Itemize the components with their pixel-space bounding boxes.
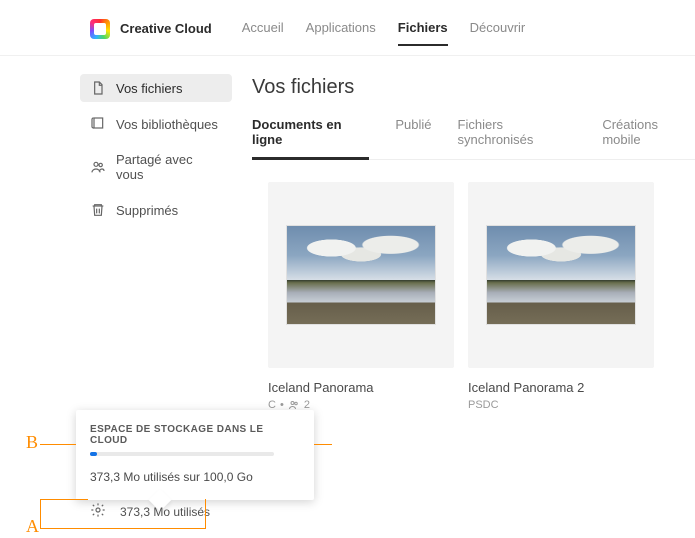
file-meta: PSDC xyxy=(468,399,654,411)
storage-popover-title: ESPACE DE STOCKAGE DANS LE CLOUD xyxy=(90,424,300,446)
library-icon xyxy=(90,116,106,132)
sidebar-item-vos-fichiers[interactable]: Vos fichiers xyxy=(80,74,232,102)
annotation-a: A xyxy=(26,516,39,537)
sidebar-item-supprimes[interactable]: Supprimés xyxy=(80,196,232,224)
storage-bar xyxy=(90,452,274,456)
trash-icon xyxy=(90,202,106,218)
annotation-rule-a-bottom xyxy=(40,528,205,529)
main-panel: Vos fichiers Documents en ligne Publié F… xyxy=(248,56,695,411)
sidebar-label: Partagé avec vous xyxy=(116,152,222,182)
gear-icon[interactable] xyxy=(90,502,106,521)
annotation-rule-a-right xyxy=(205,499,206,529)
annotation-rule-a-left xyxy=(40,499,41,529)
storage-popover-text: 373,3 Mo utilisés sur 100,0 Go xyxy=(90,470,300,484)
annotation-rule-b-right xyxy=(314,444,332,445)
top-bar: Creative Cloud Accueil Applications Fich… xyxy=(0,0,695,56)
storage-bar-fill xyxy=(90,452,97,456)
tab-documents-en-ligne[interactable]: Documents en ligne xyxy=(252,117,369,151)
creative-cloud-icon xyxy=(90,19,110,39)
storage-popover: ESPACE DE STOCKAGE DANS LE CLOUD 373,3 M… xyxy=(76,410,314,500)
tab-fichiers-synchronises[interactable]: Fichiers synchronisés xyxy=(458,117,577,151)
tab-publie[interactable]: Publié xyxy=(395,117,431,151)
people-icon xyxy=(90,159,106,175)
nav-fichiers[interactable]: Fichiers xyxy=(398,12,448,45)
tabs: Documents en ligne Publié Fichiers synch… xyxy=(252,117,695,160)
nav-accueil[interactable]: Accueil xyxy=(242,12,284,45)
file-title: Iceland Panorama 2 xyxy=(468,380,654,395)
sidebar-label: Vos fichiers xyxy=(116,81,182,96)
sidebar-label: Vos bibliothèques xyxy=(116,117,218,132)
nav-applications[interactable]: Applications xyxy=(306,12,376,45)
file-thumbnail xyxy=(268,182,454,368)
page-title: Vos fichiers xyxy=(252,76,695,99)
file-thumbnail xyxy=(468,182,654,368)
tab-creations-mobiles[interactable]: Créations mobile xyxy=(602,117,695,151)
annotation-b: B xyxy=(26,432,38,453)
file-icon xyxy=(90,80,106,96)
annotation-rule-a-top xyxy=(40,499,88,500)
file-type: PSDC xyxy=(468,399,499,411)
main-nav: Accueil Applications Fichiers Découvrir xyxy=(242,12,526,45)
sidebar: Vos fichiers Vos bibliothèques Partagé a… xyxy=(0,56,248,411)
file-card[interactable]: Iceland Panorama C • 2 xyxy=(268,182,454,411)
brand-name: Creative Cloud xyxy=(120,21,212,36)
annotation-rule-b xyxy=(40,444,76,445)
file-card[interactable]: Iceland Panorama 2 PSDC xyxy=(468,182,654,411)
sidebar-item-bibliotheques[interactable]: Vos bibliothèques xyxy=(80,110,232,138)
storage-footer-text: 373,3 Mo utilisés xyxy=(120,505,210,519)
nav-decouvrir[interactable]: Découvrir xyxy=(470,12,526,45)
landscape-image xyxy=(486,225,636,325)
file-grid: Iceland Panorama C • 2 Iceland Panorama … xyxy=(252,182,695,411)
content-layout: Vos fichiers Vos bibliothèques Partagé a… xyxy=(0,56,695,411)
file-title: Iceland Panorama xyxy=(268,380,454,395)
brand: Creative Cloud xyxy=(90,19,212,39)
sidebar-label: Supprimés xyxy=(116,203,178,218)
landscape-image xyxy=(286,225,436,325)
storage-footer: 373,3 Mo utilisés xyxy=(90,502,210,521)
sidebar-item-partage[interactable]: Partagé avec vous xyxy=(80,146,232,188)
